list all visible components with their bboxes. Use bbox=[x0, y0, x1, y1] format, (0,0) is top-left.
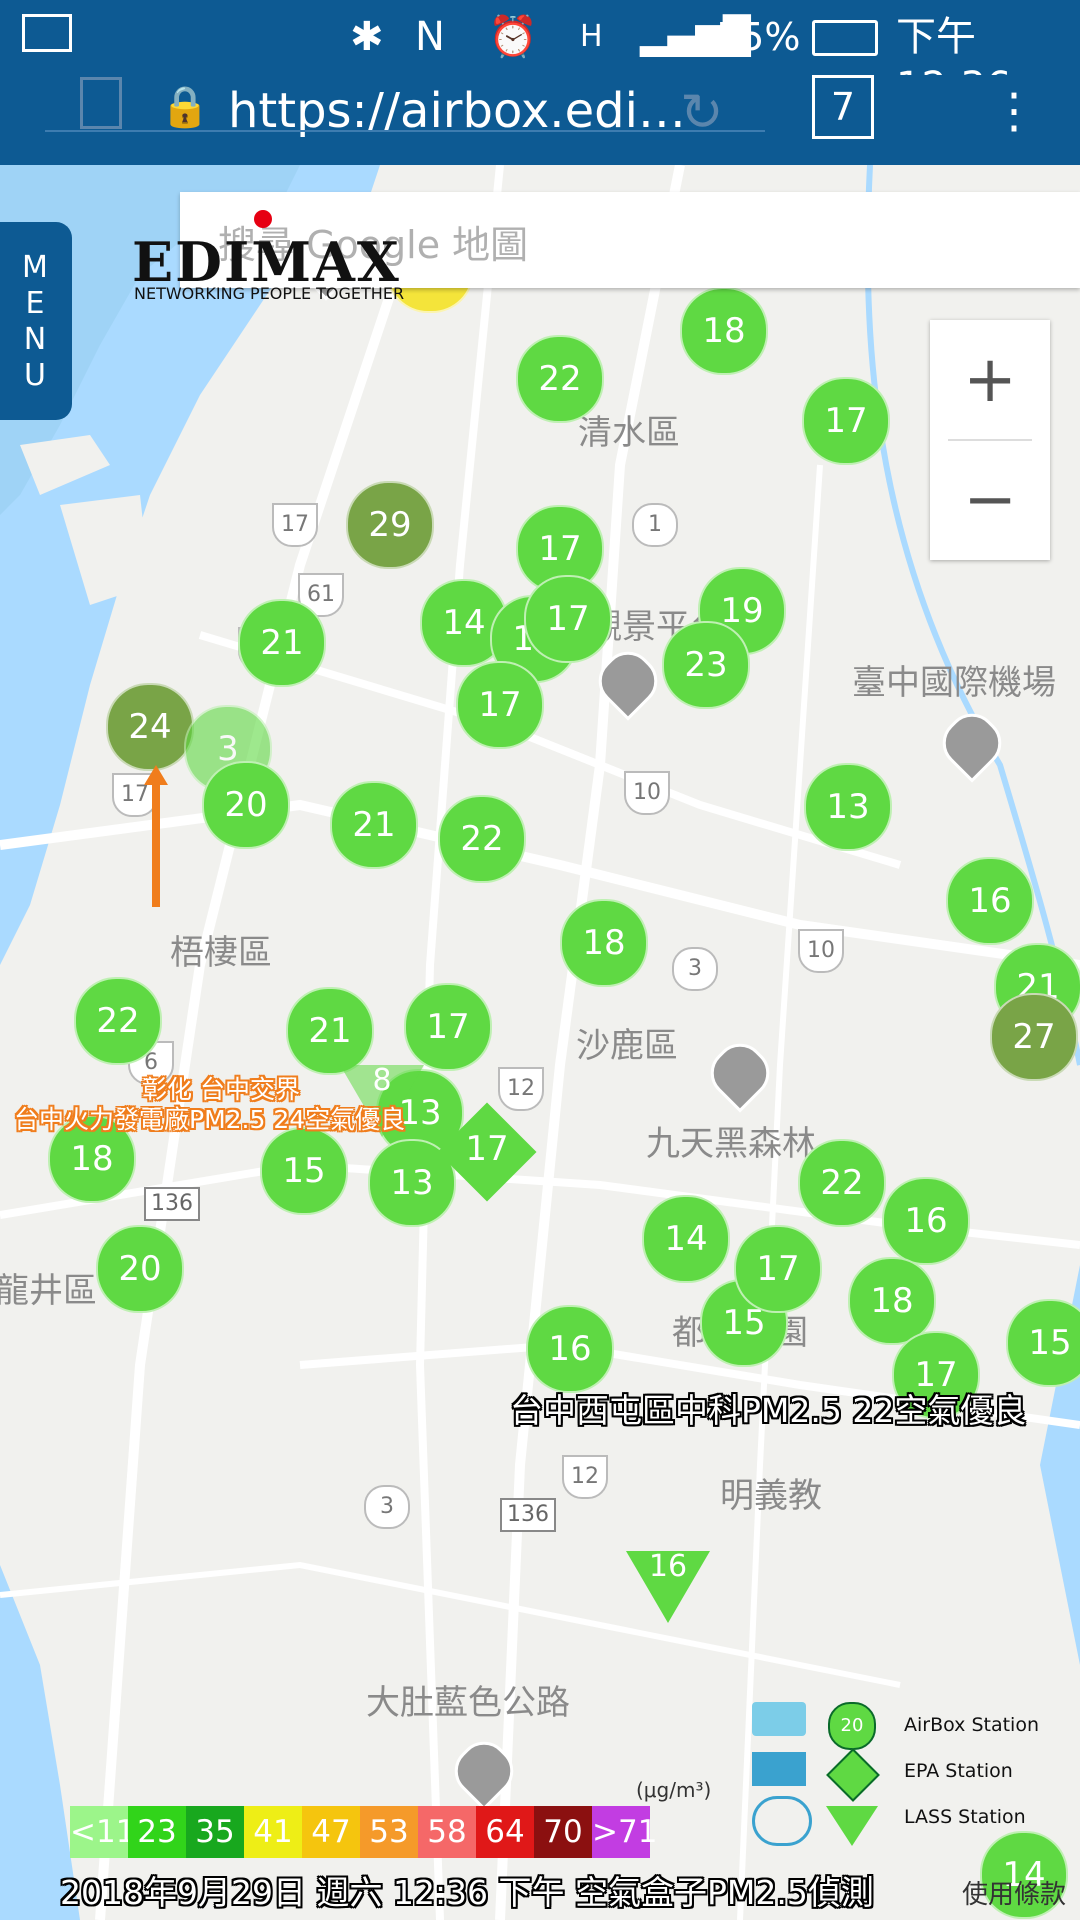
airbox-marker[interactable]: 20 bbox=[96, 1225, 184, 1313]
airbox-marker[interactable]: 22 bbox=[516, 335, 604, 423]
airbox-marker[interactable]: 21 bbox=[286, 987, 374, 1075]
scale-level: 35 bbox=[186, 1806, 244, 1858]
battery-percent: 55% bbox=[716, 15, 801, 59]
battery-icon bbox=[812, 20, 878, 56]
map-label: 龍井區 bbox=[0, 1271, 97, 1311]
airbox-marker[interactable]: 16 bbox=[882, 1177, 970, 1265]
zoom-in-button[interactable]: + bbox=[930, 320, 1050, 440]
scale-level: 23 bbox=[128, 1806, 186, 1858]
map-label: 臺中國際機場 bbox=[852, 663, 1056, 703]
scale-level: <11 bbox=[70, 1806, 135, 1858]
airbox-device-icon bbox=[752, 1702, 806, 1736]
road-shield: 17 bbox=[272, 503, 318, 547]
airbox-marker[interactable]: 17 bbox=[404, 983, 492, 1071]
map-label: 梧棲區 bbox=[170, 933, 272, 973]
legend-epa: EPA Station bbox=[904, 1760, 1013, 1782]
map-label: 九天黑森林 bbox=[646, 1124, 816, 1164]
image-icon bbox=[22, 14, 72, 52]
airbox-marker[interactable]: 17 bbox=[524, 575, 612, 663]
arrow-icon bbox=[144, 765, 168, 907]
road-shield: 3 bbox=[672, 947, 718, 991]
footer: 2018年9月29日 週六 12:36 下午 空氣盒子PM2.5偵測 使用條款 bbox=[0, 1866, 1080, 1920]
terms-link[interactable]: 使用條款 bbox=[962, 1874, 1066, 1911]
airbox-marker[interactable]: 20 bbox=[202, 761, 290, 849]
airbox-legend-icon: 20 bbox=[828, 1702, 876, 1750]
airbox-marker[interactable]: 15 bbox=[1006, 1299, 1080, 1387]
refresh-icon[interactable]: ↻ bbox=[680, 83, 724, 143]
epa-station-value: 17 bbox=[465, 1129, 509, 1169]
lass-legend-icon bbox=[826, 1806, 878, 1846]
road-shield: 12 bbox=[562, 1455, 608, 1499]
road-shield: 3 bbox=[364, 1485, 410, 1529]
legend-airbox: AirBox Station bbox=[904, 1714, 1039, 1736]
url-underline bbox=[45, 130, 765, 132]
airbox-marker[interactable]: 14 bbox=[642, 1195, 730, 1283]
footer-title: 2018年9月29日 週六 12:36 下午 空氣盒子PM2.5偵測 bbox=[60, 1873, 874, 1912]
scale-unit: (μg/m³) bbox=[636, 1778, 712, 1802]
road-shield: 136 bbox=[144, 1187, 200, 1221]
road-shield: 12 bbox=[498, 1067, 544, 1111]
airbox-marker[interactable]: 22 bbox=[438, 795, 526, 883]
scale-level: 64 bbox=[476, 1806, 534, 1858]
lass-station-value: 8 bbox=[372, 1063, 392, 1098]
airbox-marker[interactable]: 16 bbox=[526, 1305, 614, 1393]
bookmark-icon[interactable] bbox=[80, 77, 122, 129]
map-label: 大肚藍色公路 bbox=[366, 1683, 570, 1723]
airbox-marker[interactable]: 17 bbox=[734, 1225, 822, 1313]
map-label: 明義教 bbox=[720, 1476, 822, 1516]
overflow-menu-icon[interactable]: ⋮ bbox=[990, 83, 1038, 139]
logo-tagline: NETWORKING PEOPLE TOGETHER bbox=[134, 284, 405, 303]
road-shield: 10 bbox=[624, 771, 670, 815]
road-shield: 1 bbox=[632, 503, 678, 547]
airbox-marker[interactable]: 18 bbox=[680, 287, 768, 375]
scale-level: 41 bbox=[244, 1806, 302, 1858]
lass-globe-icon bbox=[752, 1796, 812, 1846]
edimax-logo: EDIMAX NETWORKING PEOPLE TOGETHER bbox=[132, 210, 462, 310]
legend-lass: LASS Station bbox=[904, 1806, 1026, 1828]
epa-building-icon bbox=[752, 1752, 806, 1786]
tabs-button[interactable]: 7 bbox=[812, 75, 874, 139]
logo-dot bbox=[254, 210, 272, 228]
bluetooth-icon: ✱ bbox=[350, 14, 384, 60]
airbox-marker[interactable]: 15 bbox=[260, 1127, 348, 1215]
airbox-marker[interactable]: 21 bbox=[330, 781, 418, 869]
zoom-controls: + − bbox=[930, 320, 1050, 560]
scale-level: 58 bbox=[418, 1806, 476, 1858]
map-label: 沙鹿區 bbox=[576, 1026, 678, 1066]
annotation-black: 台中西屯區中科PM2.5 22空氣優良 bbox=[510, 1391, 1027, 1430]
airbox-marker[interactable]: 17 bbox=[802, 377, 890, 465]
scale-level: 47 bbox=[302, 1806, 360, 1858]
airbox-marker[interactable]: 21 bbox=[238, 599, 326, 687]
airbox-marker[interactable]: 16 bbox=[946, 857, 1034, 945]
alarm-icon: ⏰ bbox=[488, 14, 538, 60]
zoom-out-button[interactable]: − bbox=[930, 440, 1050, 560]
airbox-marker[interactable]: 29 bbox=[346, 481, 434, 569]
map-label: 清水區 bbox=[578, 413, 680, 453]
status-bar: ✱ N ⏰ H ▂▄▆█ 55% 下午12:36 bbox=[0, 0, 1080, 110]
airbox-marker[interactable]: 18 bbox=[560, 899, 648, 987]
road-shield: 10 bbox=[798, 929, 844, 973]
menu-tab[interactable]: MENU bbox=[0, 222, 72, 420]
airbox-marker[interactable]: 17 bbox=[456, 661, 544, 749]
airbox-marker[interactable]: 27 bbox=[990, 993, 1078, 1081]
scale-level: >71 bbox=[592, 1806, 657, 1858]
road-shield: 136 bbox=[500, 1498, 556, 1532]
scale-level: 53 bbox=[360, 1806, 418, 1858]
annotation-orange-line2: 台中火力發電廠PM2.5 24空氣優良 bbox=[14, 1105, 406, 1134]
network-h-icon: H bbox=[580, 19, 603, 54]
airbox-marker[interactable]: 13 bbox=[804, 763, 892, 851]
airbox-marker[interactable]: 22 bbox=[74, 977, 162, 1065]
browser-url-bar: 🔒 https://airbox.edi… ↻ 7 ⋮ bbox=[0, 75, 1080, 165]
nfc-icon: N bbox=[415, 14, 445, 60]
map-canvas[interactable]: 清水區 鰲峰山觀景平台 臺中國際機場 梧棲區 沙鹿區 九天黑森林 龍井區 都會公… bbox=[0, 165, 1080, 1920]
lass-station-value: 16 bbox=[648, 1549, 688, 1584]
lock-icon: 🔒 bbox=[160, 84, 210, 130]
airbox-marker[interactable]: 24 bbox=[106, 683, 194, 771]
menu-label: MENU bbox=[22, 250, 48, 393]
airbox-marker[interactable]: 23 bbox=[662, 621, 750, 709]
airbox-marker[interactable]: 22 bbox=[798, 1139, 886, 1227]
scale-level: 70 bbox=[534, 1806, 592, 1858]
